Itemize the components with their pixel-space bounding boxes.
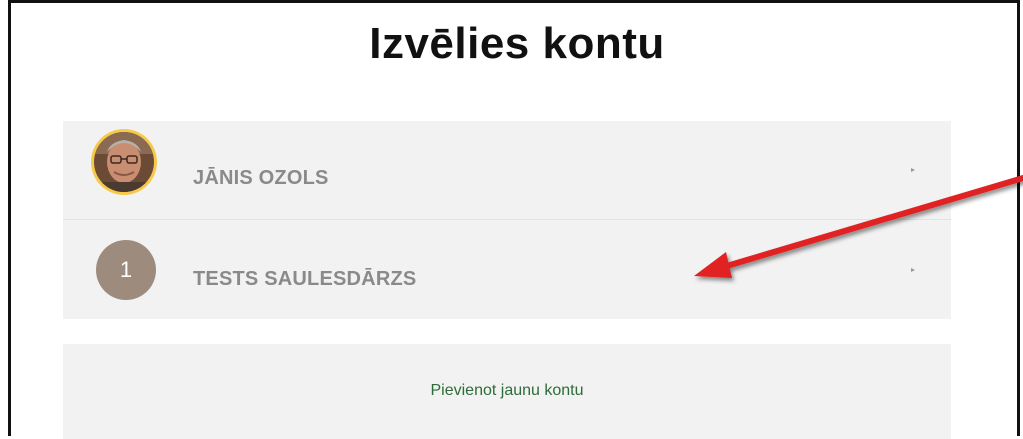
user-photo-icon [94,132,154,192]
account-name: TESTS SAULESDĀRZS [193,268,417,290]
page-title: Izvēlies kontu [369,19,665,68]
add-account-button[interactable]: Pievienot jaunu kontu [63,344,951,439]
add-account-label: Pievienot jaunu kontu [430,382,584,399]
annotation-arrow-icon [694,175,1023,278]
avatar: 1 [96,240,156,300]
avatar [91,129,157,195]
account-name: JĀNIS OZOLS [193,167,329,189]
